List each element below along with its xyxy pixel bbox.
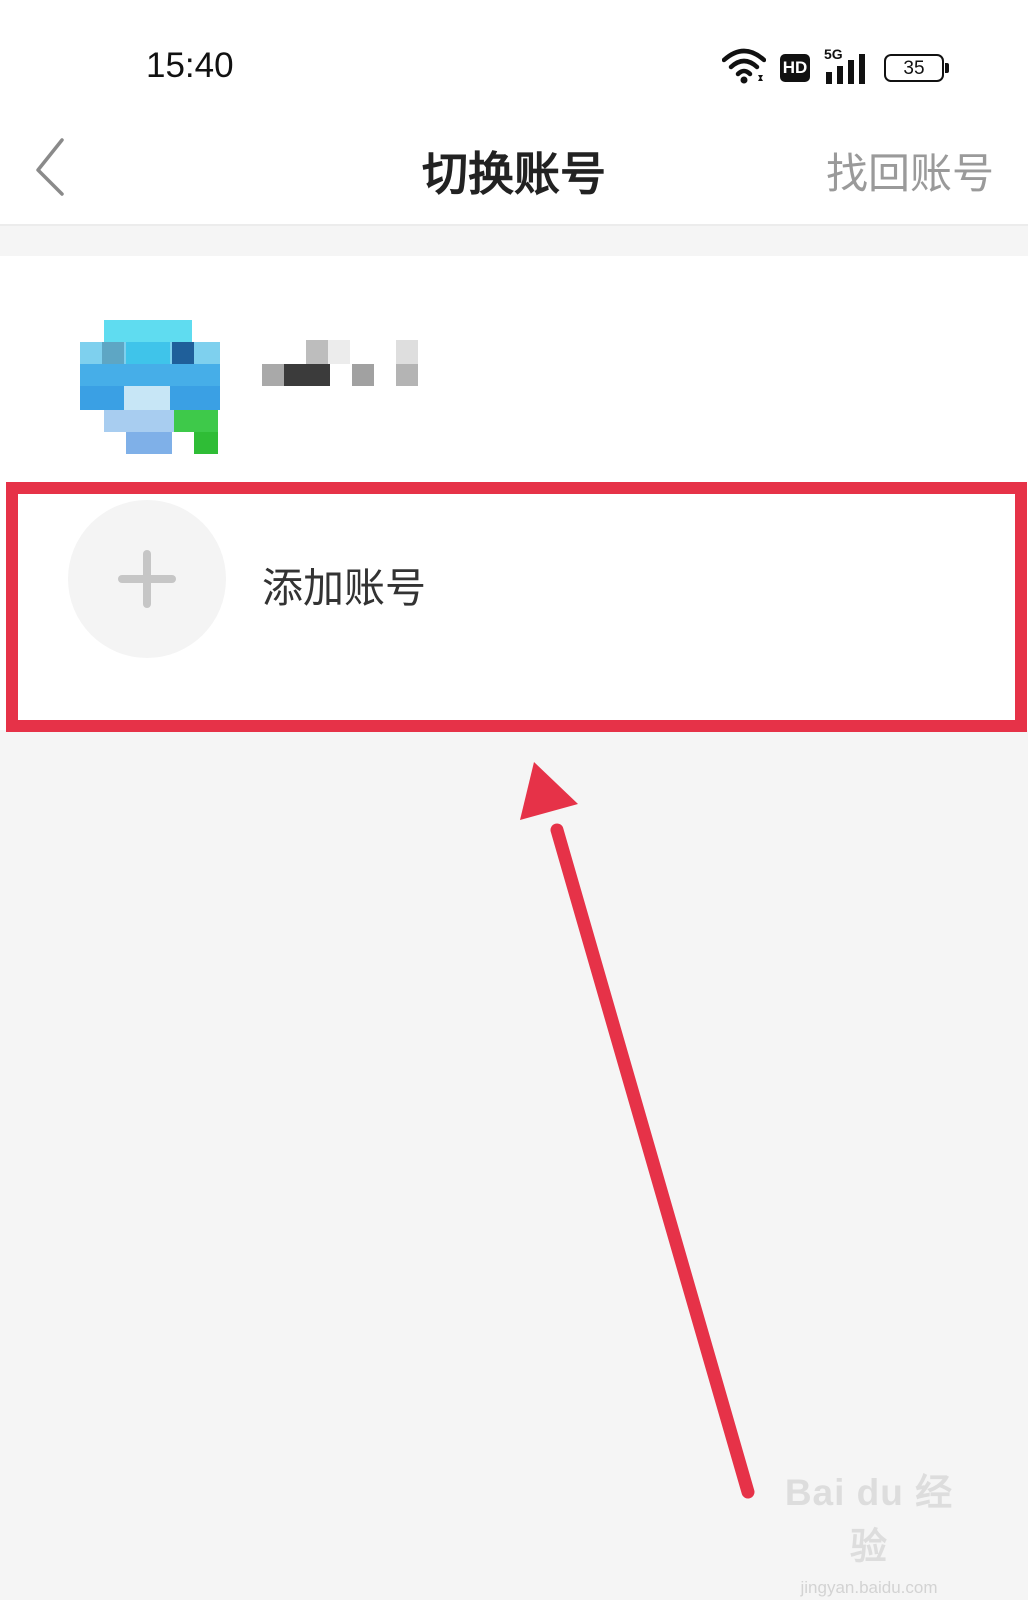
watermark-url: jingyan.baidu.com xyxy=(800,1578,938,1597)
avatar xyxy=(80,320,220,460)
battery-level: 35 xyxy=(903,57,925,79)
watermark-logo: Bai du 经验 xyxy=(784,1472,954,1567)
watermark: Bai du 经验 jingyan.baidu.com xyxy=(774,1462,964,1597)
recover-account-link[interactable]: 找回账号 xyxy=(826,140,994,201)
hd-icon: HD xyxy=(780,54,810,82)
status-bar: 15:40 HD 5G 35 xyxy=(0,0,1028,120)
signal-icon: 5G xyxy=(824,46,870,86)
phone-screen: 15:40 HD 5G 35 切换账号 找回账号 添加账号 Bai du 经验 … xyxy=(0,0,1028,1600)
status-time: 15:40 xyxy=(146,46,234,85)
account-item[interactable] xyxy=(0,256,1028,480)
add-account-button[interactable]: 添加账号 xyxy=(0,480,1028,730)
account-name-blurred xyxy=(262,340,422,388)
status-icons: HD 5G 35 xyxy=(721,46,949,88)
red-arrow-icon xyxy=(520,762,755,1499)
account-list: 添加账号 xyxy=(0,256,1028,730)
nav-bar: 切换账号 找回账号 xyxy=(0,120,1028,226)
add-account-label: 添加账号 xyxy=(262,564,426,612)
wifi-icon xyxy=(721,48,767,88)
plus-icon xyxy=(68,500,226,658)
battery-icon: 35 xyxy=(884,54,949,82)
account-name xyxy=(524,424,684,470)
